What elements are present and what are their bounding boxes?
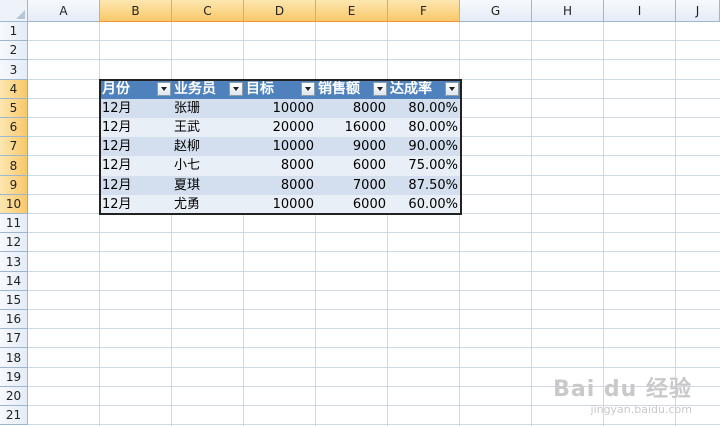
table-header-label: 达成率 [390, 81, 432, 97]
gridline-horizontal [28, 232, 720, 233]
row-header-14[interactable]: 14 [0, 272, 28, 291]
gridline-horizontal [28, 367, 720, 368]
row-header-21[interactable]: 21 [0, 406, 28, 425]
filter-dropdown-icon[interactable] [373, 82, 387, 96]
table-cell[interactable]: 10000 [244, 195, 316, 214]
column-header-h[interactable]: H [532, 0, 604, 22]
row-header-8[interactable]: 8 [0, 156, 28, 176]
table-cell[interactable]: 12月 [100, 118, 172, 137]
row-header-13[interactable]: 13 [0, 252, 28, 272]
watermark-url: jingyan.baidu.com [590, 403, 692, 416]
row-header-15[interactable]: 15 [0, 291, 28, 310]
gridline-horizontal [28, 40, 720, 41]
column-header-b[interactable]: B [100, 0, 172, 22]
table-cell[interactable]: 12月 [100, 195, 172, 214]
gridline-vertical [603, 22, 604, 426]
gridline-horizontal [28, 328, 720, 329]
row-header-6[interactable]: 6 [0, 118, 28, 137]
row-header-12[interactable]: 12 [0, 233, 28, 252]
table-cell[interactable]: 12月 [100, 137, 172, 156]
filter-dropdown-icon[interactable] [229, 82, 243, 96]
table-cell[interactable]: 10000 [244, 137, 316, 156]
column-header-a[interactable]: A [28, 0, 100, 22]
table-header-cell[interactable]: 销售额 [316, 80, 388, 99]
column-header-d[interactable]: D [244, 0, 316, 22]
row-header-11[interactable]: 11 [0, 214, 28, 233]
table-cell[interactable]: 80.00% [388, 99, 460, 118]
table-cell[interactable]: 张珊 [172, 99, 244, 118]
table-cell[interactable]: 60.00% [388, 195, 460, 214]
table-cell[interactable]: 小七 [172, 156, 244, 176]
table-cell[interactable]: 6000 [316, 195, 388, 214]
row-header-18[interactable]: 18 [0, 348, 28, 368]
filter-dropdown-icon[interactable] [301, 82, 315, 96]
row-header-9[interactable]: 9 [0, 176, 28, 195]
gridline-horizontal [28, 59, 720, 60]
row-header-5[interactable]: 5 [0, 99, 28, 118]
row-header-1[interactable]: 1 [0, 22, 28, 41]
table-cell[interactable]: 8000 [316, 99, 388, 118]
row-header-7[interactable]: 7 [0, 137, 28, 156]
column-header-c[interactable]: C [172, 0, 244, 22]
row-header-10[interactable]: 10 [0, 195, 28, 214]
column-header-i[interactable]: I [604, 0, 676, 22]
row-header-19[interactable]: 19 [0, 368, 28, 387]
watermark: Bai du 经验 jingyan.baidu.com [553, 371, 692, 416]
row-header-16[interactable]: 16 [0, 310, 28, 329]
table-cell[interactable]: 6000 [316, 156, 388, 176]
filter-dropdown-icon[interactable] [445, 82, 459, 96]
gridline-horizontal [28, 251, 720, 252]
column-header-g[interactable]: G [460, 0, 532, 22]
table-cell[interactable]: 12月 [100, 156, 172, 176]
table-header-cell[interactable]: 达成率 [388, 80, 460, 99]
spreadsheet: ABCDEFGHIJ 1 2 3 4 5 6 7 8 9 10 11 12 13 14 15 16 17 18 19… [0, 0, 720, 426]
table-cell[interactable]: 尤勇 [172, 195, 244, 214]
table-header-label: 月份 [102, 81, 130, 97]
table-header-label: 销售额 [318, 81, 360, 97]
table-cell[interactable]: 20000 [244, 118, 316, 137]
table-cell[interactable]: 8000 [244, 156, 316, 176]
table-cell[interactable]: 16000 [316, 118, 388, 137]
watermark-logo: Bai du 经验 [553, 377, 692, 402]
gridline-horizontal [28, 271, 720, 272]
table-cell[interactable]: 87.50% [388, 176, 460, 195]
gridline-horizontal [28, 424, 720, 425]
table-cell[interactable]: 12月 [100, 99, 172, 118]
table-cell[interactable]: 夏琪 [172, 176, 244, 195]
table-cell[interactable]: 80.00% [388, 118, 460, 137]
table-cell[interactable]: 90.00% [388, 137, 460, 156]
row-header-20[interactable]: 20 [0, 387, 28, 406]
column-header-j[interactable]: J [676, 0, 720, 22]
gridline-vertical [675, 22, 676, 426]
table-cell[interactable]: 7000 [316, 176, 388, 195]
row-header-3[interactable]: 3 [0, 60, 28, 80]
table-header-label: 目标 [246, 81, 274, 97]
row-header-4[interactable]: 4 [0, 80, 28, 99]
table-cell[interactable]: 8000 [244, 176, 316, 195]
table-header-cell[interactable]: 目标 [244, 80, 316, 99]
table-header-cell[interactable]: 业务员 [172, 80, 244, 99]
table-cell[interactable]: 赵柳 [172, 137, 244, 156]
row-header-17[interactable]: 17 [0, 329, 28, 348]
table-cell[interactable]: 75.00% [388, 156, 460, 176]
row-header-2[interactable]: 2 [0, 41, 28, 60]
table-header-cell[interactable]: 月份 [100, 80, 172, 99]
table-cell[interactable]: 王武 [172, 118, 244, 137]
column-header-e[interactable]: E [316, 0, 388, 22]
column-header-f[interactable]: F [388, 0, 460, 22]
gridline-vertical [531, 22, 532, 426]
table-cell[interactable]: 10000 [244, 99, 316, 118]
gridline-horizontal [28, 309, 720, 310]
table-cell[interactable]: 12月 [100, 176, 172, 195]
filter-dropdown-icon[interactable] [157, 82, 171, 96]
table-header-label: 业务员 [174, 81, 216, 97]
gridline-horizontal [28, 290, 720, 291]
select-all-corner[interactable] [0, 0, 28, 22]
table-cell[interactable]: 9000 [316, 137, 388, 156]
gridline-horizontal [28, 347, 720, 348]
